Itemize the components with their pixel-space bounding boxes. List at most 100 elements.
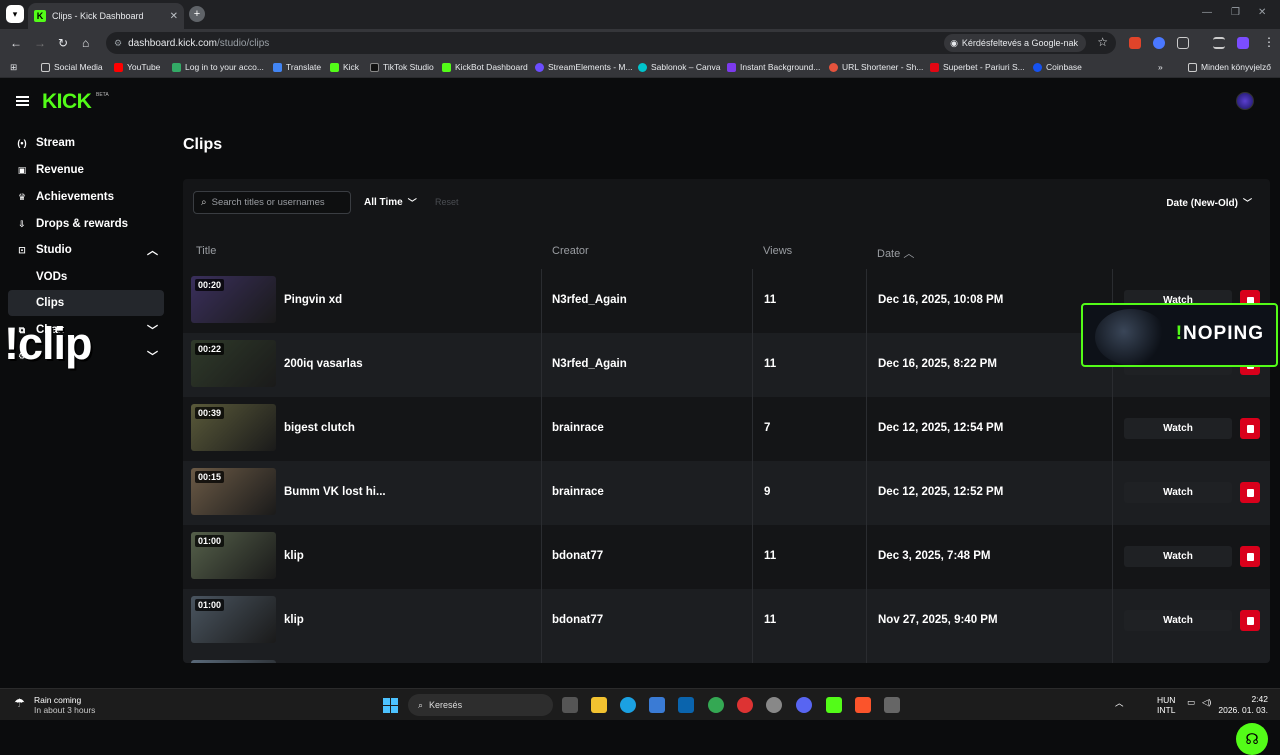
reading-list-icon[interactable] xyxy=(1213,37,1225,49)
table-row[interactable]: 01:00 klip bdonat77 11 Dec 3, 2025, 7:48 PM W… xyxy=(183,525,1270,589)
browser-menu-icon[interactable]: ⋮ xyxy=(1263,35,1275,49)
new-tab-button[interactable]: + xyxy=(189,6,205,22)
delete-clip-button[interactable] xyxy=(1240,418,1260,439)
clip-creator[interactable]: N3rfed_Again xyxy=(552,294,627,306)
bookmark-5[interactable]: TikTok Studio xyxy=(370,62,434,72)
forward-icon[interactable]: → xyxy=(34,36,46,50)
watch-button[interactable]: Watch xyxy=(1124,482,1232,503)
sidebar-item-stream[interactable]: (•) Stream xyxy=(8,130,164,156)
clip-thumbnail[interactable]: 00:20 xyxy=(191,276,276,323)
network-icon[interactable]: ▭ xyxy=(1187,697,1195,708)
bookmark-12[interactable]: Coinbase xyxy=(1033,62,1082,72)
sidebar-item-clips[interactable]: Clips xyxy=(8,290,164,316)
clip-creator[interactable]: bdonat77 xyxy=(552,550,603,562)
home-icon[interactable]: ⌂ xyxy=(82,36,89,50)
bookmark-4[interactable]: Kick xyxy=(330,62,359,72)
discord-icon[interactable] xyxy=(796,697,812,713)
kick-app-icon[interactable] xyxy=(826,697,842,713)
column-title[interactable]: Title xyxy=(196,245,216,257)
clip-title[interactable]: klip xyxy=(284,550,304,562)
clip-title[interactable]: Bumm VK lost hi... xyxy=(284,486,386,498)
watch-button[interactable]: Watch xyxy=(1124,546,1232,567)
file-explorer-icon[interactable] xyxy=(591,697,607,713)
sidebar-item-vods[interactable]: VODs xyxy=(8,264,164,290)
clip-thumbnail[interactable]: 00:22 xyxy=(191,340,276,387)
bookmark-9[interactable]: Instant Background... xyxy=(727,62,820,72)
bookmark-3[interactable]: Translate xyxy=(273,62,321,72)
reload-icon[interactable]: ↻ xyxy=(58,36,68,50)
table-row[interactable]: 00:15 Bumm VK lost hi... brainrace 9 Dec 12,… xyxy=(183,461,1270,525)
input-language[interactable]: HUN INTL xyxy=(1157,695,1175,715)
watch-button[interactable]: Watch xyxy=(1124,610,1232,631)
bookmark-6[interactable]: KickBot Dashboard xyxy=(442,62,528,72)
support-chat-button[interactable]: ☊ xyxy=(1236,723,1268,755)
kick-logo[interactable]: KICK xyxy=(42,90,92,114)
clip-creator[interactable]: brainrace xyxy=(552,422,604,434)
delete-clip-button[interactable] xyxy=(1240,610,1260,631)
table-row[interactable]: 00:39 bigest clutch brainrace 7 Dec 12, 2025… xyxy=(183,397,1270,461)
extension-blue-icon[interactable] xyxy=(1153,37,1165,49)
column-date[interactable]: Date ︿ xyxy=(877,245,914,261)
watch-button[interactable]: Watch xyxy=(1124,418,1232,439)
bookmark-2[interactable]: Log in to your acco... xyxy=(172,62,264,72)
ask-google-button[interactable]: ◉ Kérdésfeltevés a Google-nak xyxy=(944,34,1086,52)
profile-extension-icon[interactable] xyxy=(1237,37,1249,49)
search-field[interactable]: ⌕ xyxy=(193,191,351,214)
sidebar-item-achievements[interactable]: ♛ Achievements xyxy=(8,184,164,210)
apps-grid-icon[interactable]: ⊞ xyxy=(10,62,17,73)
delete-clip-button[interactable] xyxy=(1240,546,1260,567)
clip-creator[interactable]: N3rfed_Again xyxy=(552,358,627,370)
close-window-button[interactable]: ✕ xyxy=(1258,7,1266,18)
clock[interactable]: 2:42 2026. 01. 03. xyxy=(1218,694,1268,716)
sidebar-item-revenue[interactable]: ▣ Revenue xyxy=(8,157,164,183)
extension-fox-icon[interactable] xyxy=(1129,37,1141,49)
game-app-icon[interactable] xyxy=(884,697,900,713)
bookmark-1[interactable]: YouTube xyxy=(114,62,160,72)
back-icon[interactable]: ← xyxy=(10,36,22,50)
column-views[interactable]: Views xyxy=(763,245,792,257)
menu-hamburger-icon[interactable] xyxy=(16,96,29,106)
delete-clip-button[interactable] xyxy=(1240,482,1260,503)
all-bookmarks-folder[interactable]: Minden könyvjelző xyxy=(1188,62,1271,72)
mail-icon[interactable] xyxy=(678,697,694,713)
more-bookmarks-icon[interactable]: » xyxy=(1158,62,1163,72)
clip-thumbnail[interactable]: 01:00 xyxy=(191,596,276,643)
volume-icon[interactable]: ◁) xyxy=(1202,697,1211,708)
minimize-button[interactable]: — xyxy=(1202,7,1212,18)
clip-title[interactable]: Pingvin xd xyxy=(284,294,342,306)
table-row[interactable] xyxy=(183,653,1270,663)
bookmark-11[interactable]: Superbet - Pariuri S... xyxy=(930,62,1025,72)
sidebar-item-studio[interactable]: ⊡ Studio ︿ xyxy=(8,237,164,263)
search-input[interactable] xyxy=(211,197,332,208)
maximize-button[interactable]: ❐ xyxy=(1231,7,1240,18)
steam-icon[interactable] xyxy=(766,697,782,713)
clip-thumbnail[interactable]: 01:00 xyxy=(191,532,276,579)
app-red-icon[interactable] xyxy=(737,697,753,713)
weather-widget[interactable]: ☂ Rain coming In about 3 hours xyxy=(14,695,95,715)
brave-icon[interactable] xyxy=(855,697,871,713)
clip-thumbnail[interactable]: 00:39 xyxy=(191,404,276,451)
close-tab-icon[interactable]: ✕ xyxy=(170,11,178,22)
task-view-icon[interactable] xyxy=(562,697,578,713)
tab-search-button[interactable]: ▾ xyxy=(6,5,24,23)
bookmark-star-icon[interactable]: ☆ xyxy=(1097,35,1108,49)
clip-title[interactable]: bigest clutch xyxy=(284,422,355,434)
store-icon[interactable] xyxy=(649,697,665,713)
sidebar-item-drops[interactable]: ⇩ Drops & rewards xyxy=(8,211,164,237)
clip-thumbnail[interactable]: 00:15 xyxy=(191,468,276,515)
table-row[interactable]: 01:00 klip bdonat77 11 Nov 27, 2025, 9:40 PM… xyxy=(183,589,1270,653)
clip-creator[interactable]: brainrace xyxy=(552,486,604,498)
extensions-puzzle-icon[interactable] xyxy=(1177,37,1189,49)
chrome-icon[interactable] xyxy=(708,697,724,713)
tray-chevron-icon[interactable]: ︿ xyxy=(1115,697,1124,709)
user-avatar[interactable] xyxy=(1236,92,1254,110)
address-bar[interactable]: ⚙ dashboard.kick.com/studio/clips ◉ Kérdé… xyxy=(106,32,1116,54)
sort-dropdown[interactable]: Date (New-Old) ﹀ xyxy=(1166,196,1252,209)
start-button[interactable] xyxy=(383,698,398,713)
column-creator[interactable]: Creator xyxy=(552,245,589,257)
bookmark-10[interactable]: URL Shortener - Sh... xyxy=(829,62,923,72)
clip-title[interactable]: 200iq vasarlas xyxy=(284,358,363,370)
clip-title[interactable]: klip xyxy=(284,614,304,626)
site-info-icon[interactable]: ⚙ xyxy=(114,38,122,49)
time-filter-dropdown[interactable]: All Time ﹀ xyxy=(364,196,417,209)
